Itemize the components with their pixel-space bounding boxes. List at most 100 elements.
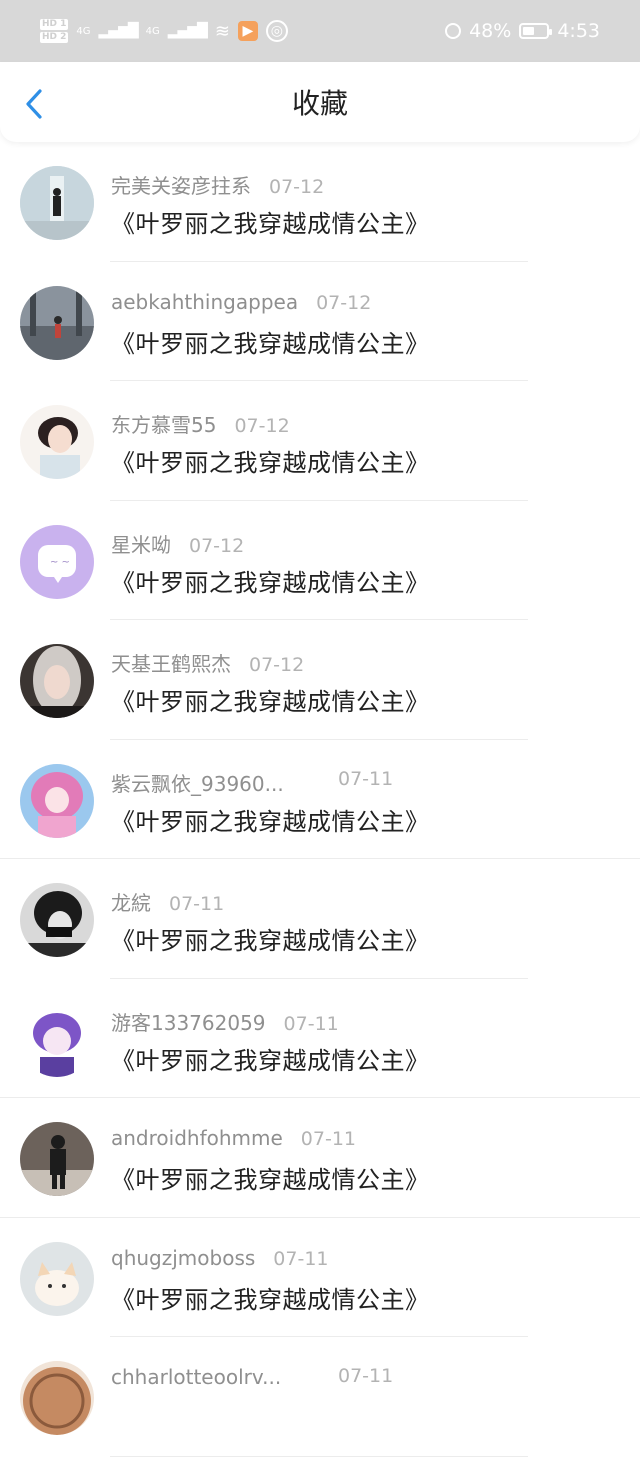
book-title[interactable]: 《叶罗丽之我穿越成情公主》 [111,443,430,478]
book-title[interactable]: 《叶罗丽之我穿越成情公主》 [111,204,430,239]
avatar-image [20,763,94,838]
avatar-image [20,1002,94,1077]
user-name[interactable]: 龙綄 [111,887,151,916]
user-name[interactable]: androidhfohmme [111,1126,283,1150]
svg-text:~ ~: ~ ~ [50,557,70,568]
app-notification-2-icon: ◎ [265,20,288,42]
user-name[interactable]: 紫云飘依_93960... [111,768,284,797]
avatar[interactable] [20,1122,94,1196]
user-name[interactable]: 星米呦 [111,529,171,558]
item-meta: 完美关姿彦拄系 07-12 [111,170,324,199]
header-bar: 收藏 [0,62,640,142]
battery-fill [523,27,535,35]
avatar[interactable] [20,1002,94,1077]
user-name[interactable]: 游客133762059 [111,1007,266,1036]
book-title[interactable]: 《叶罗丽之我穿越成情公主》 [111,1041,430,1076]
list-item[interactable]: qhugzjmoboss 07-11 《叶罗丽之我穿越成情公主》 [0,1218,640,1337]
avatar-image [20,405,94,479]
avatar-image [20,1241,94,1316]
avatar[interactable] [20,1241,94,1316]
avatar-image: ~ ~ [20,524,94,599]
item-date: 07-11 [273,1247,329,1270]
user-name[interactable]: qhugzjmoboss [111,1246,255,1270]
avatar[interactable]: ~ ~ [20,524,94,599]
item-date: 07-11 [338,767,394,790]
avatar[interactable] [20,763,94,838]
item-date: 07-12 [189,534,245,557]
item-date: 07-11 [283,1012,339,1035]
avatar[interactable] [20,166,94,240]
hd2-badge: HD 2 [40,32,69,43]
item-date: 07-11 [169,893,225,915]
page-title: 收藏 [291,87,348,120]
avatar[interactable] [20,1361,94,1435]
status-bar: HD 1 HD 2 4G ▂▄▆█ 4G ▂▄▆█ ≋ ▶ ◎ 48% 4:53 [0,0,640,62]
item-date: 07-11 [338,1365,394,1387]
alarm-icon [445,23,462,39]
battery-percent: 48% [469,20,512,42]
avatar[interactable] [20,883,94,957]
user-name[interactable]: aebkahthingappea [111,290,298,314]
hd1-badge: HD 1 [40,19,69,30]
item-meta: 龙綄 07-11 [111,887,224,916]
item-meta: androidhfohmme 07-11 [111,1126,356,1150]
item-meta: 星米呦 07-12 [111,529,244,558]
user-name[interactable]: chharlotteoolrv... [111,1365,281,1389]
wifi-icon: ≋ [214,20,230,42]
battery-icon [519,23,553,39]
item-meta: chharlotteoolrv... 07-11 [111,1365,393,1389]
signal-1-icon: ▂▄▆█ [98,23,139,39]
book-title[interactable]: 《叶罗丽之我穿越成情公主》 [111,1160,430,1195]
book-title[interactable]: 《叶罗丽之我穿越成情公主》 [111,682,430,717]
avatar-image [20,166,94,240]
network-1-label: 4G [76,25,91,37]
list-item[interactable]: 游客133762059 07-11 《叶罗丽之我穿越成情公主》 [0,979,640,1098]
item-meta: 紫云飘依_93960... 07-11 [111,768,393,797]
avatar-image [20,1361,94,1435]
book-title[interactable]: 《叶罗丽之我穿越成情公主》 [111,802,430,837]
list-item[interactable]: androidhfohmme 07-11 《叶罗丽之我穿越成情公主》 [0,1098,640,1218]
list-item[interactable]: 天基王鹤熙杰 07-12 《叶罗丽之我穿越成情公主》 [0,620,640,740]
book-title[interactable]: 《叶罗丽之我穿越成情公主》 [111,1280,430,1315]
item-meta: qhugzjmoboss 07-11 [111,1246,329,1270]
avatar-image [20,1122,94,1196]
network-2-label: 4G [145,25,160,37]
list-item[interactable]: 紫云飘依_93960... 07-11 《叶罗丽之我穿越成情公主》 [0,740,640,859]
avatar-image [20,644,94,718]
back-button[interactable] [22,88,50,120]
clock: 4:53 [557,20,600,42]
item-date: 07-12 [249,654,305,676]
item-date: 07-12 [316,291,372,314]
status-bar-right: 48% 4:53 [445,20,600,42]
item-date: 07-11 [300,1128,357,1150]
item-date: 07-12 [234,415,290,437]
avatar[interactable] [20,285,94,360]
list-item[interactable]: ~ ~ 星米呦 07-12 《叶罗丽之我穿越成情公主》 [0,501,640,620]
row-divider [110,1455,528,1457]
item-date: 07-12 [269,176,325,198]
list-item[interactable]: 龙綄 07-11 《叶罗丽之我穿越成情公主》 [0,859,640,979]
list-item[interactable]: 完美关姿彦拄系 07-12 《叶罗丽之我穿越成情公主》 [0,142,640,262]
favorites-list: 完美关姿彦拄系 07-12 《叶罗丽之我穿越成情公主》 aebkahthingappe… [0,142,640,1457]
item-meta: 东方慕雪55 07-12 [111,409,290,438]
hd-indicators: HD 1 HD 2 [40,19,69,43]
status-bar-left: HD 1 HD 2 4G ▂▄▆█ 4G ▂▄▆█ ≋ ▶ ◎ [40,19,288,43]
avatar-image [20,883,94,957]
list-item[interactable]: chharlotteoolrv... 07-11 [0,1337,640,1457]
item-meta: aebkahthingappea 07-12 [111,290,371,314]
book-title[interactable]: 《叶罗丽之我穿越成情公主》 [111,563,430,598]
chevron-left-icon [26,89,42,119]
list-item[interactable]: 东方慕雪55 07-12 《叶罗丽之我穿越成情公主》 [0,381,640,501]
avatar[interactable] [20,405,94,479]
avatar[interactable] [20,644,94,718]
app-notification-icon: ▶ [237,21,258,41]
user-name[interactable]: 天基王鹤熙杰 [111,648,231,677]
item-meta: 游客133762059 07-11 [111,1007,339,1036]
avatar-image [20,285,94,360]
list-item[interactable]: aebkahthingappea 07-12 《叶罗丽之我穿越成情公主》 [0,262,640,381]
book-title[interactable]: 《叶罗丽之我穿越成情公主》 [111,921,430,956]
user-name[interactable]: 东方慕雪55 [111,409,216,438]
item-meta: 天基王鹤熙杰 07-12 [111,648,304,677]
user-name[interactable]: 完美关姿彦拄系 [111,170,251,199]
book-title[interactable]: 《叶罗丽之我穿越成情公主》 [111,324,430,359]
